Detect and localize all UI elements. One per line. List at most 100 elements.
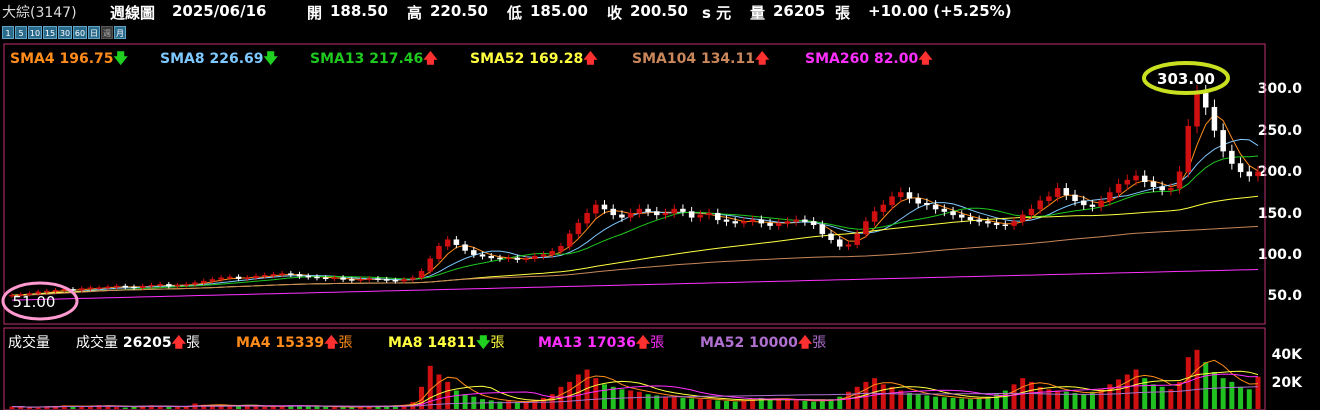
candle-body xyxy=(1063,188,1070,196)
volume-bar xyxy=(697,399,703,409)
candle-body xyxy=(575,222,582,235)
candle-body xyxy=(148,284,155,287)
candle-body xyxy=(654,211,660,216)
volume-bar xyxy=(784,399,790,409)
candle-body xyxy=(383,279,390,281)
moving-average-lines xyxy=(11,113,1259,301)
candle-body xyxy=(479,254,486,257)
volume-bar xyxy=(645,394,651,409)
candle-body xyxy=(1115,183,1122,193)
volume-bar xyxy=(933,396,939,409)
candle-body xyxy=(819,224,826,235)
candle-body xyxy=(1211,106,1218,131)
volume-bar xyxy=(924,395,930,409)
candle-body xyxy=(1107,192,1113,202)
candle-body xyxy=(105,286,111,289)
candle-body xyxy=(958,214,965,218)
candle-body xyxy=(758,219,765,224)
candle-body xyxy=(1054,188,1061,197)
candle-body xyxy=(619,214,625,218)
volume-bar xyxy=(1229,381,1235,409)
volume-bar xyxy=(898,390,904,409)
volume-bar xyxy=(941,397,947,409)
candle-body xyxy=(1194,92,1200,127)
candle-body xyxy=(183,284,190,286)
volume-bar xyxy=(793,400,799,409)
candle-body xyxy=(837,239,843,247)
max-price-label: 303.00 xyxy=(1157,70,1215,88)
candle-body xyxy=(593,204,599,214)
candle-body xyxy=(1220,130,1226,152)
candle-body xyxy=(558,246,564,252)
candle-body xyxy=(462,244,468,251)
candle-body xyxy=(776,222,782,226)
volume-bar xyxy=(18,407,24,409)
candle-body xyxy=(932,204,939,210)
candle-body xyxy=(366,278,372,280)
candle-body xyxy=(87,287,94,289)
price-panel-border xyxy=(3,43,1266,325)
volume-bar xyxy=(331,407,337,409)
volume-bar xyxy=(1055,390,1061,409)
candle-body xyxy=(96,287,102,289)
candle-body xyxy=(924,203,930,206)
volume-bar xyxy=(1185,357,1191,409)
volume-average-lines xyxy=(11,359,1259,408)
volume-bar xyxy=(1220,378,1226,409)
candle-body xyxy=(732,221,738,224)
volume-bar xyxy=(175,407,181,409)
volume-bar xyxy=(514,402,520,409)
volume-bar xyxy=(706,399,712,409)
candle-body xyxy=(723,219,730,222)
candle-body xyxy=(1028,208,1035,216)
volume-bar xyxy=(811,401,817,409)
volume-bar xyxy=(819,400,825,409)
volume-bar xyxy=(340,407,346,409)
volume-bar xyxy=(1159,386,1165,409)
candle-body xyxy=(715,212,721,221)
candle-body xyxy=(645,208,651,212)
candle-body xyxy=(166,284,172,287)
candle-body xyxy=(52,289,59,292)
candle-body xyxy=(331,277,338,280)
candle-body xyxy=(540,254,547,257)
volume-bar xyxy=(1072,392,1078,409)
candle-body xyxy=(349,279,355,281)
candle-body xyxy=(322,277,329,280)
candle-body xyxy=(1237,163,1244,173)
candle-body xyxy=(845,244,852,247)
chart-canvas[interactable]: 303.00 51.00 xyxy=(0,0,1320,410)
candle-body xyxy=(192,282,198,285)
volume-bar xyxy=(950,397,956,409)
candle-body xyxy=(401,279,407,282)
candle-body xyxy=(889,196,895,206)
candle-body xyxy=(871,211,878,222)
candle-body xyxy=(1098,200,1104,207)
candle-body xyxy=(915,198,921,204)
candle-body xyxy=(941,208,948,212)
volume-bar xyxy=(1133,369,1139,409)
volume-ma4-line xyxy=(11,359,1259,408)
candle-body xyxy=(967,217,974,221)
candle-body xyxy=(863,221,869,235)
candle-body xyxy=(601,204,608,210)
candle-body xyxy=(976,219,982,222)
candle-body xyxy=(549,251,555,255)
candle-body xyxy=(1176,171,1183,189)
candle-body xyxy=(436,246,442,259)
candle-body xyxy=(288,273,294,275)
volume-bar xyxy=(636,391,642,409)
volume-bar xyxy=(723,400,729,409)
candle-body xyxy=(985,221,991,224)
volume-bar xyxy=(1238,386,1244,409)
candle-body xyxy=(514,257,521,260)
candle-body xyxy=(680,208,686,212)
volume-bars xyxy=(9,349,1261,409)
volume-bar xyxy=(662,396,668,409)
candle-body xyxy=(157,284,163,286)
candle-body xyxy=(1002,224,1009,227)
volume-bar xyxy=(732,401,738,409)
volume-bar xyxy=(1168,389,1174,409)
volume-bar xyxy=(1037,386,1043,409)
candle-body xyxy=(810,221,817,226)
